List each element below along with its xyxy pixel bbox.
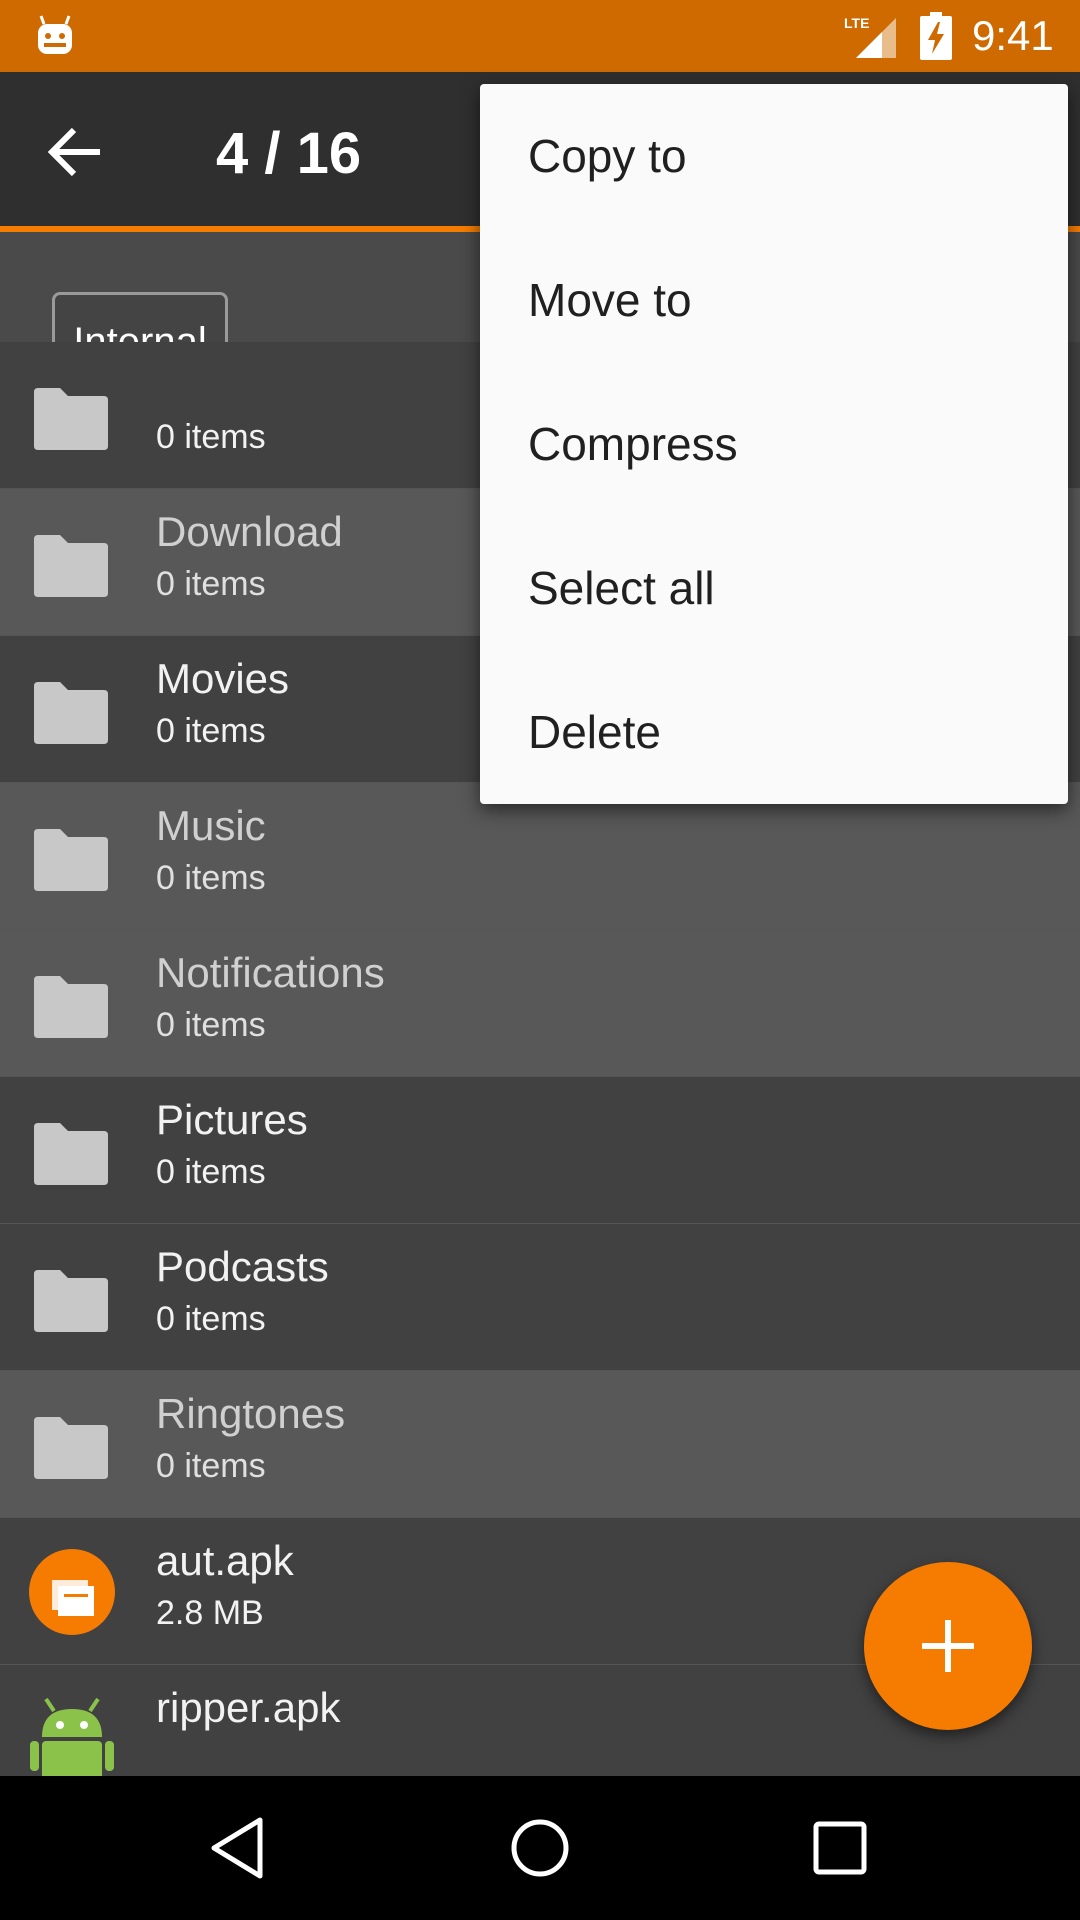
file-meta: 2.8 MB	[156, 1594, 264, 1632]
lte-signal-icon: LTE	[844, 15, 896, 58]
folder-icon	[34, 1123, 108, 1185]
file-row[interactable]: Podcasts 0 items	[0, 1224, 1080, 1372]
file-meta: 0 items	[156, 1006, 266, 1044]
file-name: Pictures	[156, 1096, 308, 1143]
file-row[interactable]: Pictures 0 items	[0, 1077, 1080, 1225]
file-name: Notifications	[156, 949, 385, 996]
file-row[interactable]: Music 0 items	[0, 783, 1080, 931]
menu-item-compress[interactable]: Compress	[480, 372, 1068, 516]
file-name: aut.apk	[156, 1537, 294, 1584]
file-name: Ringtones	[156, 1390, 346, 1437]
selection-count-title: 4 / 16	[216, 121, 362, 186]
file-meta: 0 items	[156, 1447, 266, 1485]
screen: LTE 9:41 4 / 16 Internal 0 itemsDownload…	[0, 0, 1080, 1920]
battery-charging-icon	[920, 12, 952, 60]
menu-item-copy-to[interactable]: Copy to	[480, 84, 1068, 228]
file-row[interactable]: Notifications 0 items	[0, 930, 1080, 1078]
folder-icon	[34, 535, 108, 597]
folder-icon	[34, 976, 108, 1038]
folder-icon	[34, 1270, 108, 1332]
overflow-menu: Copy to Move to Compress Select all Dele…	[480, 84, 1068, 804]
add-fab-button[interactable]	[864, 1562, 1032, 1730]
folder-icon	[34, 829, 108, 891]
svg-text:LTE: LTE	[844, 15, 869, 31]
file-meta: 0 items	[156, 418, 266, 456]
file-name: ripper.apk	[156, 1684, 341, 1731]
home-circle-icon[interactable]	[504, 1812, 576, 1884]
android-apk-icon	[30, 1697, 114, 1781]
file-name: Podcasts	[156, 1243, 329, 1290]
folder-icon	[34, 682, 108, 744]
file-name: Music	[156, 802, 266, 849]
file-row[interactable]: Ringtones 0 items	[0, 1371, 1080, 1519]
menu-item-select-all[interactable]: Select all	[480, 516, 1068, 660]
android-debug-icon	[38, 15, 72, 54]
folder-icon	[34, 1417, 108, 1479]
file-name: Movies	[156, 655, 290, 702]
file-meta: 0 items	[156, 1153, 266, 1191]
file-name: Download	[156, 508, 343, 555]
menu-item-delete[interactable]: Delete	[480, 660, 1068, 804]
recents-square-icon[interactable]	[804, 1812, 876, 1884]
back-triangle-icon[interactable]	[204, 1812, 276, 1884]
status-clock: 9:41	[972, 12, 1054, 59]
status-bar: LTE 9:41	[0, 0, 1080, 72]
system-nav-bar	[0, 1776, 1080, 1920]
file-meta: 0 items	[156, 859, 266, 897]
app-file-icon	[29, 1549, 115, 1635]
file-meta: 0 items	[156, 1300, 266, 1338]
plus-icon	[922, 1620, 974, 1672]
file-meta: 0 items	[156, 712, 266, 750]
menu-item-move-to[interactable]: Move to	[480, 228, 1068, 372]
folder-icon	[34, 388, 108, 450]
file-meta: 0 items	[156, 565, 266, 603]
arrow-back-icon[interactable]	[40, 122, 110, 182]
